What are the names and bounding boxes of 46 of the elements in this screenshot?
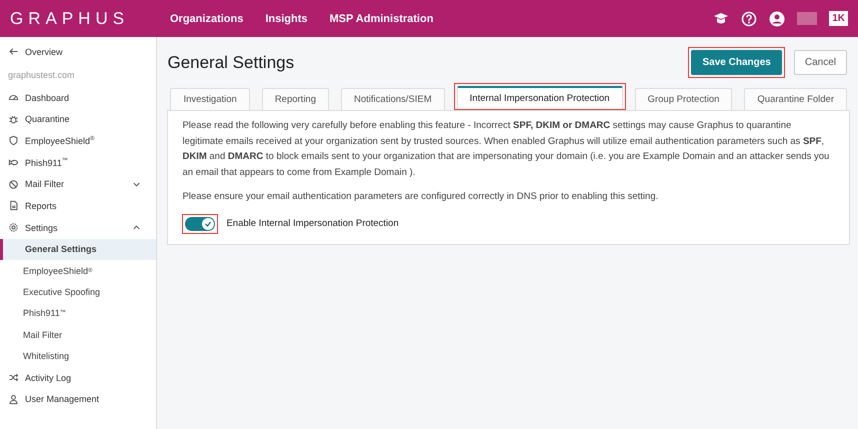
sidebar-subitem[interactable]: Phish911$^{™}$ (0, 302, 156, 324)
sidebar-item[interactable]: Settings (25, 222, 126, 233)
user-icon[interactable] (8, 394, 19, 405)
page-title: General Settings (167, 52, 294, 72)
sidebar-item[interactable]: User Management (25, 394, 142, 404)
shuffle-icon[interactable] (8, 372, 19, 384)
back-arrow-icon[interactable] (8, 46, 19, 58)
tab[interactable]: Reporting (262, 88, 330, 110)
sidebar-item[interactable]: Activity Log (25, 372, 142, 383)
help-icon[interactable] (741, 10, 758, 26)
cancel-button[interactable]: Cancel (794, 50, 847, 75)
nav-link[interactable]: Insights (265, 12, 308, 24)
sidebar-subitem[interactable]: General Settings (0, 238, 156, 260)
nav-link[interactable]: Organizations (170, 12, 244, 24)
sidebar-item[interactable]: EmployeeShield$^{®}$ (25, 136, 142, 146)
sidebar-subitem[interactable]: EmployeeShield$^{®}$ (0, 260, 156, 282)
sidebar-subitem[interactable]: Mail Filter (0, 324, 156, 346)
nav-link[interactable]: MSP Administration (330, 12, 434, 24)
tab[interactable]: Quarantine Folder (744, 88, 847, 110)
sidebar-subitem[interactable]: Executive Spoofing (0, 281, 156, 303)
toggle-label: Enable Internal Impersonation Protection (226, 216, 399, 231)
tab[interactable]: Investigation (170, 88, 250, 110)
logo: GRAPHUS (10, 8, 130, 28)
paragraph: Please read the following very carefully before enabling this feature - Incorrect SPF, DKIM or DMARC settings may cause Graphus to quarantine legitimate emails received at your organization sent by trusted sources. When enabled Graphus will utilize email authentication parameters such as SPF, DKIM and DMARC to block emails sent to your organization that are impersonating your domain (i.e. you are Example Domain and an attacker sends you an email that appears to come from Example Domain ). (182, 119, 830, 180)
paragraph: Please ensure your email authentication parameters are configured correctly in DNS prior to enabling this setting. (182, 190, 660, 204)
brand-badge[interactable]: 1K (829, 11, 848, 26)
tab[interactable]: Internal Impersonation Protection (456, 86, 623, 109)
bug-icon[interactable] (8, 114, 19, 125)
shield-icon[interactable] (8, 135, 19, 146)
sidebar-item[interactable]: Phish911$^{™}$ (25, 158, 142, 168)
ban-icon[interactable] (8, 178, 19, 190)
organization-name: graphustest.com (7, 68, 76, 82)
tab[interactable]: Group Protection (634, 88, 732, 110)
sidebar-item[interactable]: Quarantine (25, 114, 142, 124)
sidebar-item[interactable]: Dashboard (25, 92, 142, 103)
back-link[interactable]: Overview (25, 46, 142, 57)
sidebar-item[interactable]: Reports (25, 200, 142, 211)
gear-icon[interactable] (8, 222, 19, 234)
redacted-name (797, 12, 818, 25)
user-avatar-icon[interactable] (769, 10, 786, 26)
tab[interactable]: Notifications/SIEM (341, 88, 445, 110)
doc-icon[interactable] (8, 200, 19, 212)
save-button[interactable]: Save Changes (691, 50, 782, 75)
sidebar-subitem[interactable]: Whitelisting (0, 345, 156, 367)
graduation-cap-icon[interactable] (713, 12, 730, 25)
sidebar-item[interactable]: Mail Filter (25, 179, 126, 190)
